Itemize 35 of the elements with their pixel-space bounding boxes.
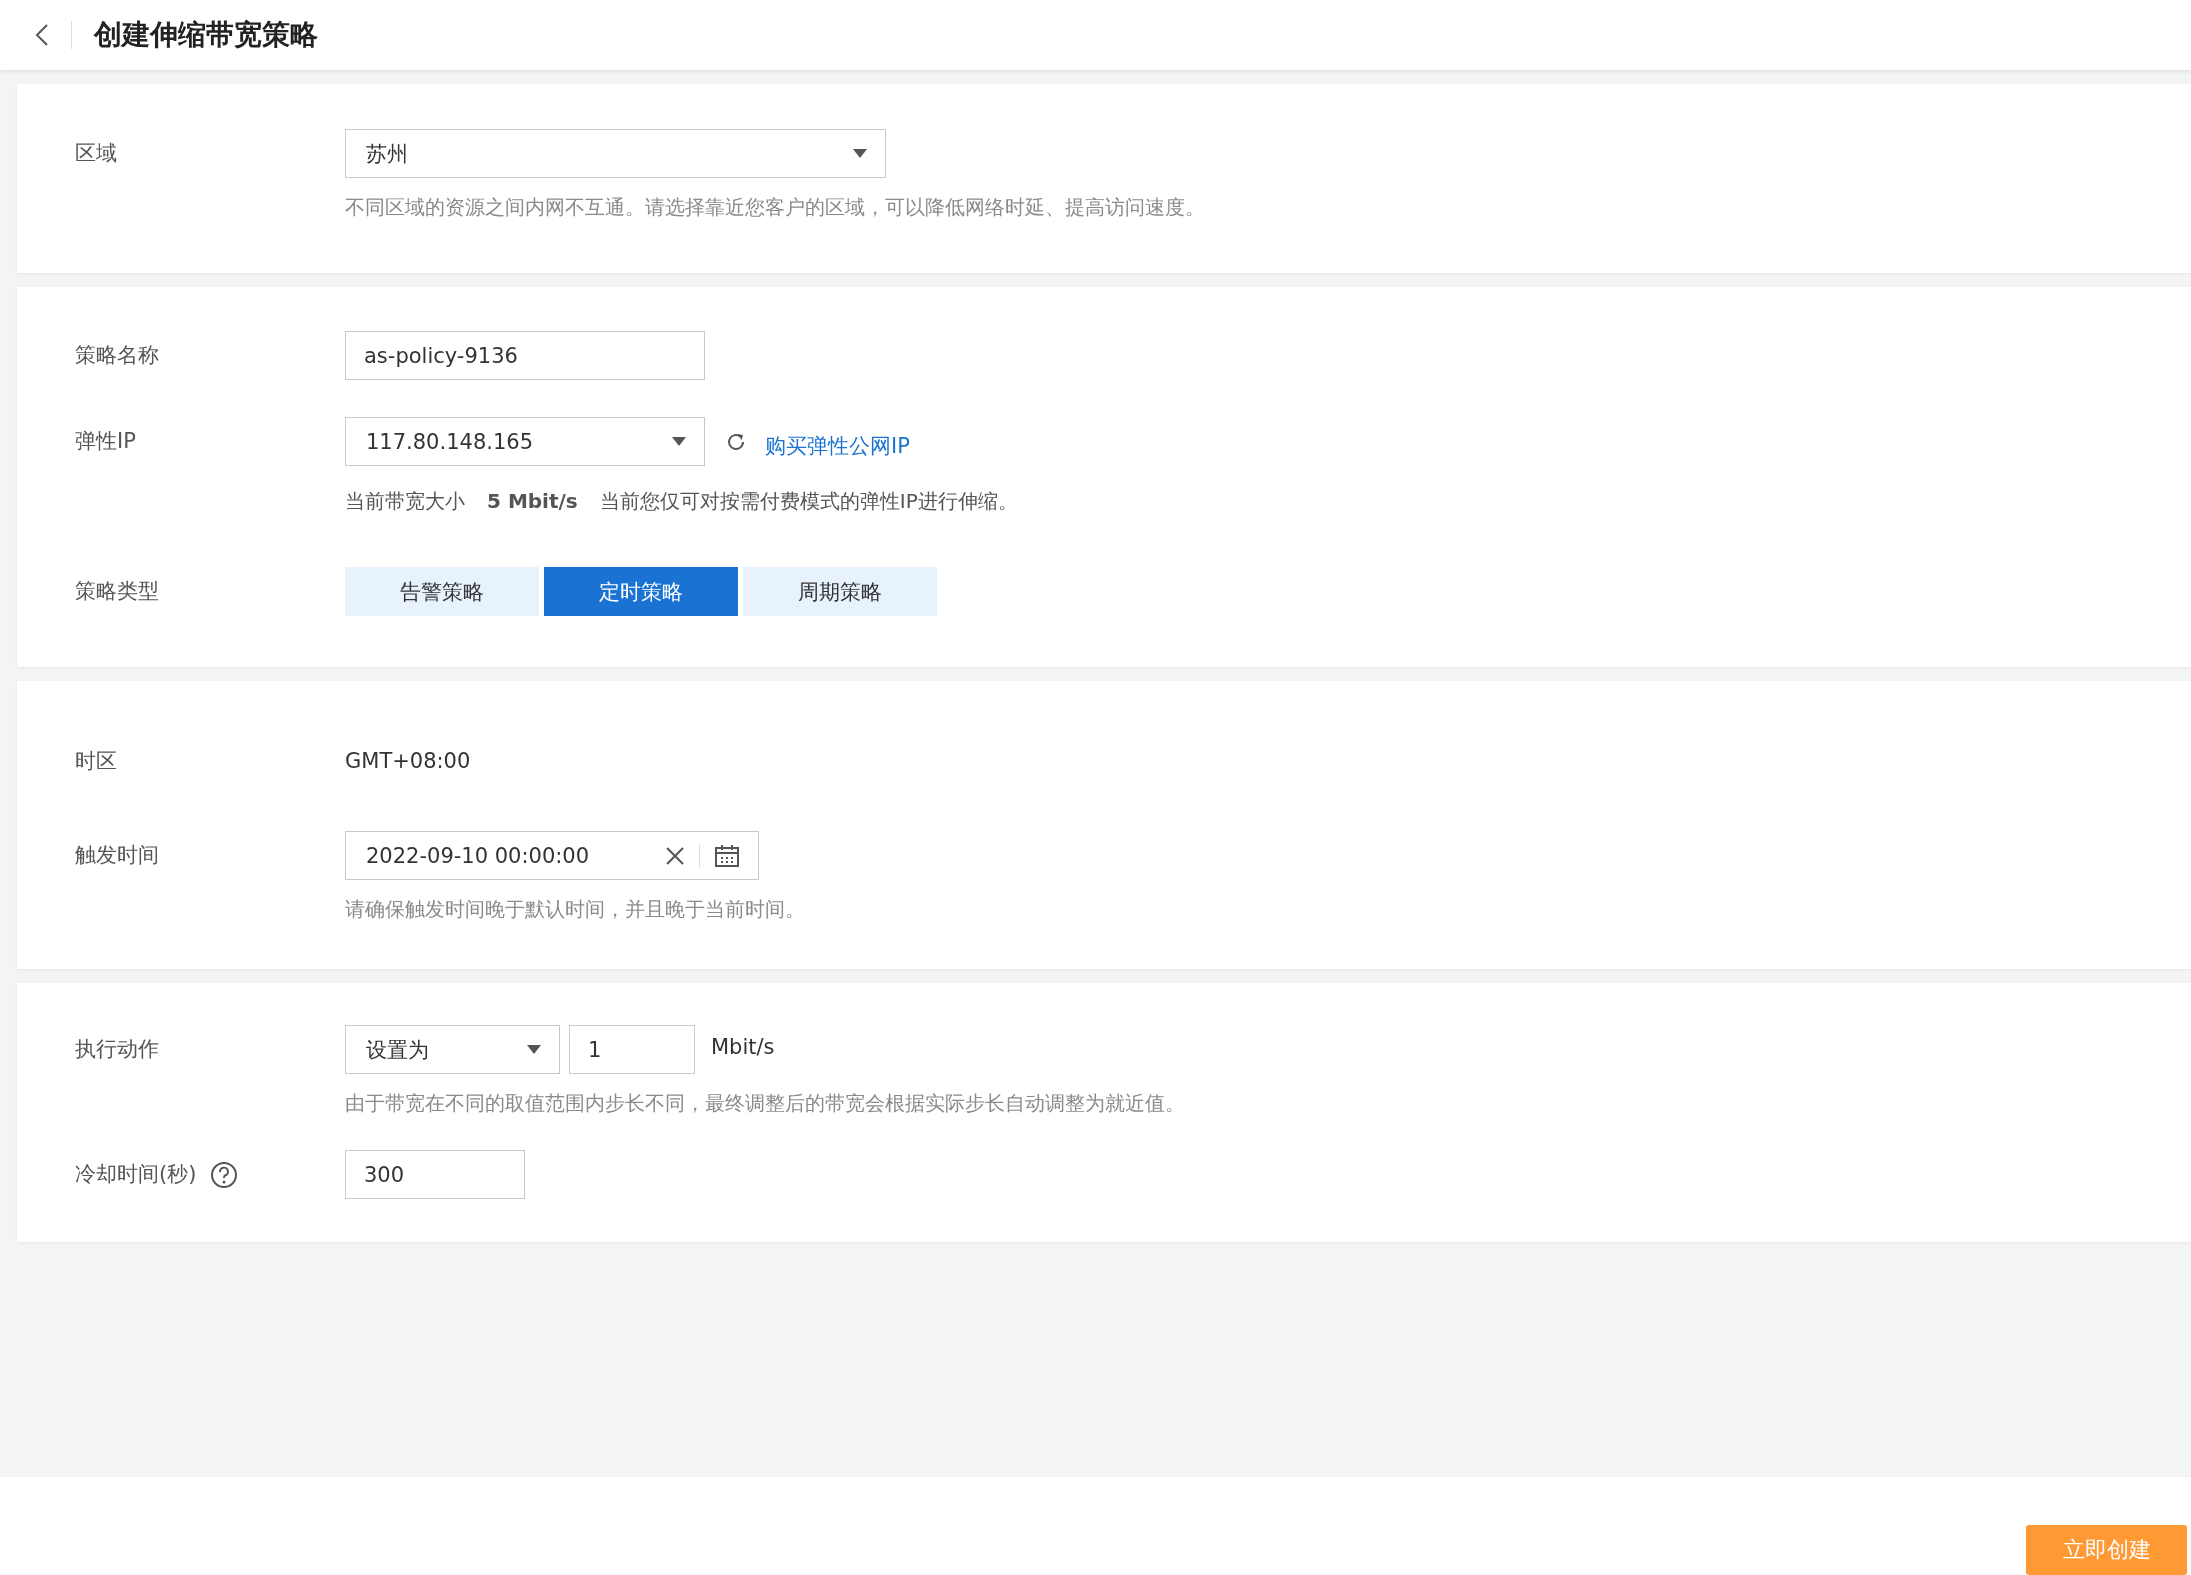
policy-type-tab[interactable]: 告警策略 [345,567,539,616]
field-label: 冷却时间(秒) [75,1161,197,1188]
unit-label: Mbit/s [711,1034,775,1061]
help-icon[interactable] [210,1160,239,1189]
field-label: 时区 [75,748,118,775]
field-label: 执行动作 [75,1036,160,1063]
clear-icon[interactable] [665,845,685,866]
bandwidth-value: 5 Mbit/s [487,489,578,513]
hint-text: 请确保触发时间晚于默认时间，并且晚于当前时间。 [345,896,805,923]
field-label: 触发时间 [75,842,160,869]
field-label: 弹性IP [75,428,137,455]
cooldown-input[interactable]: 300 [345,1150,525,1199]
policy-type-tab[interactable]: 定时策略 [544,567,738,616]
name-input[interactable]: as-policy-9136 [345,331,705,380]
field-label: 区域 [75,140,118,167]
page-title: 创建伸缩带宽策略 [94,17,318,53]
eip-note: 当前您仅可对按需付费模式的弹性IP进行伸缩。 [599,488,1018,515]
calendar-icon[interactable] [714,843,740,868]
hint-text: 不同区域的资源之间内网不互通。请选择靠近您客户的区域，可以降低网络时延、提高访问速度。 [345,194,1205,221]
timezone-value: GMT+08:00 [345,748,471,775]
date-picker[interactable]: 2022-09-10 00:00:00 [345,831,759,880]
action-select[interactable]: 设置为 [345,1025,560,1074]
buy-eip-link[interactable]: 购买弹性公网IP [765,431,910,460]
bandwidth-label: 当前带宽大小 [345,488,465,515]
caret-icon [853,149,867,158]
hint-text: 由于带宽在不同的取值范围内步长不同，最终调整后的带宽会根据实际步长自动调整为就近值。 [345,1090,1185,1117]
region-select[interactable]: 苏州 [345,129,886,178]
field-label: 策略名称 [75,342,160,369]
amount-input[interactable]: 1 [569,1025,695,1074]
policy-type-tab[interactable]: 周期策略 [743,567,937,616]
back-icon[interactable] [35,23,49,47]
field-label: 策略类型 [75,578,160,605]
caret-icon [527,1045,541,1054]
ip-select[interactable]: 117.80.148.165 [345,417,705,466]
caret-icon [672,437,686,446]
